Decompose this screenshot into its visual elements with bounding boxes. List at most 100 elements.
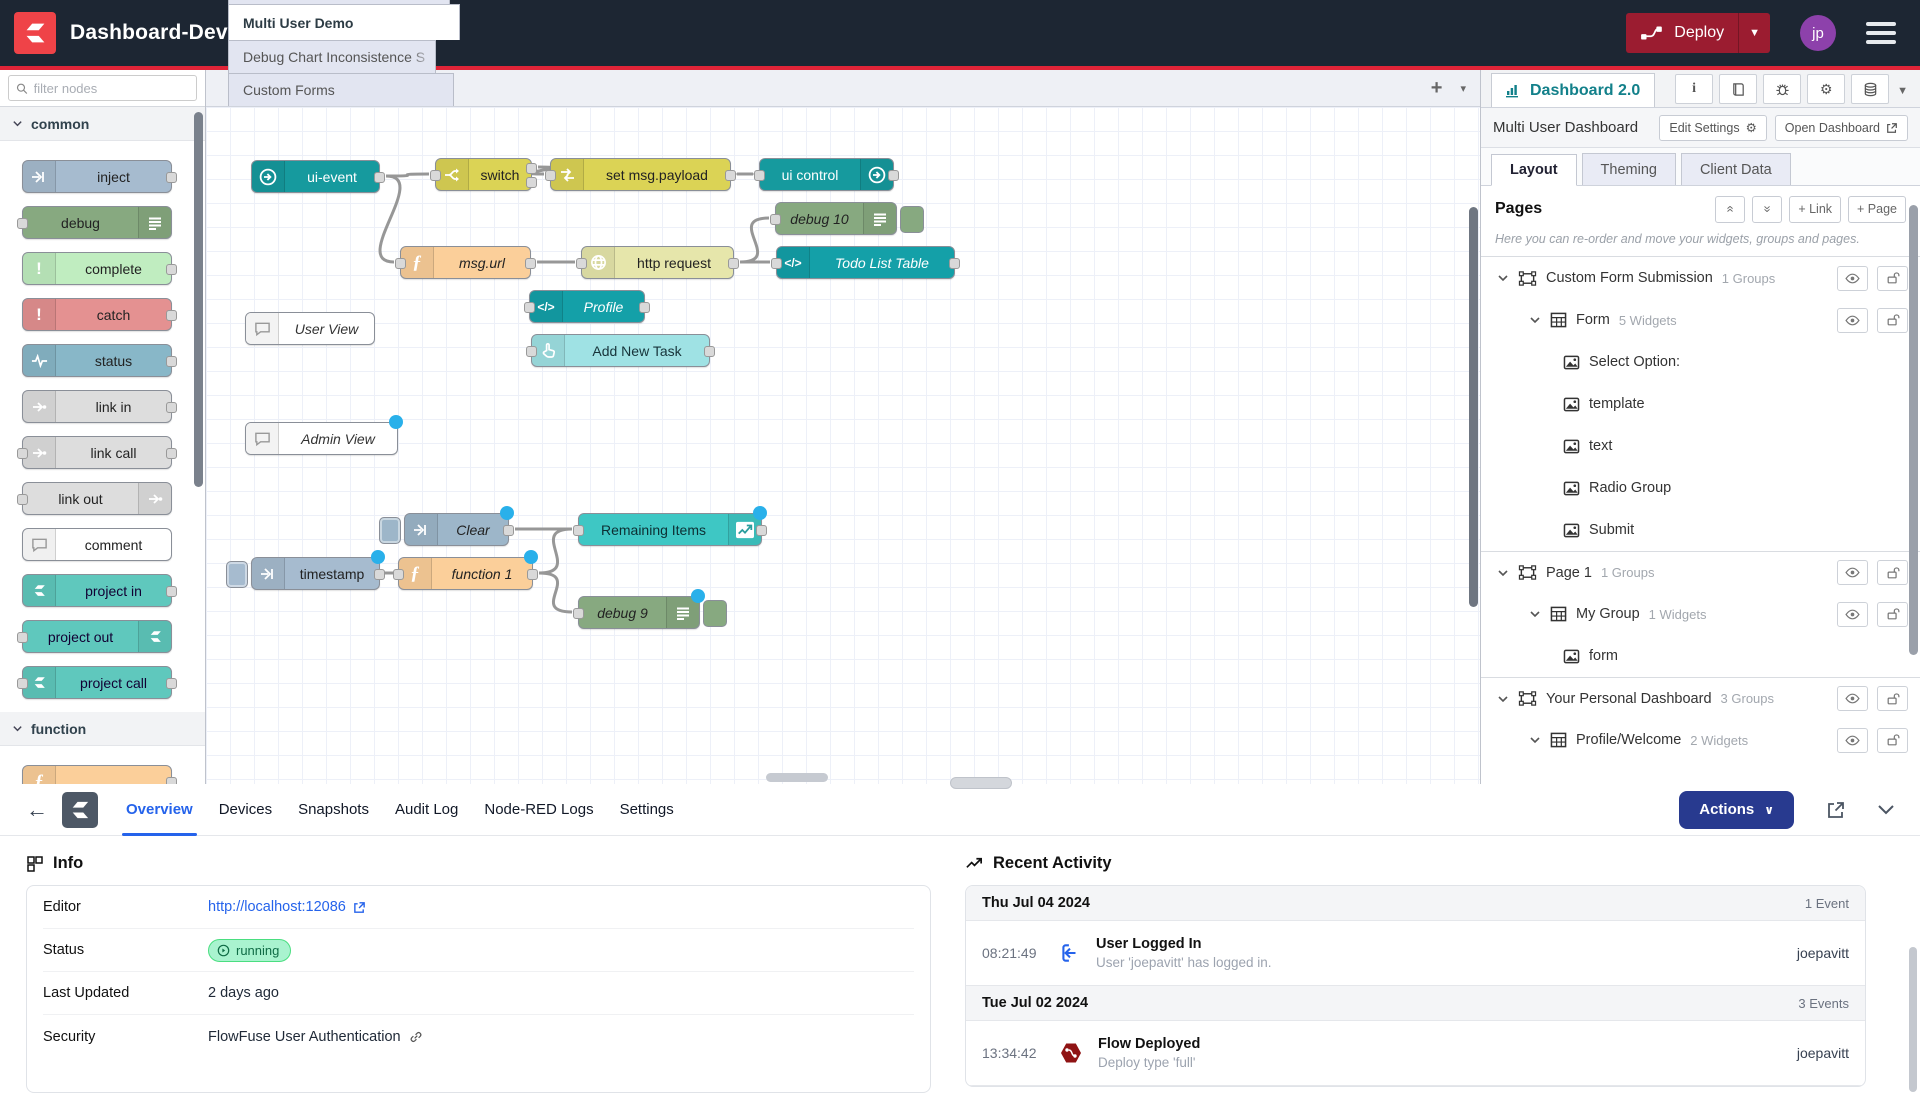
flow-list-caret[interactable]: ▾ — [1460, 82, 1466, 95]
sidebar-tabs-caret[interactable]: ▼ — [1897, 85, 1908, 97]
add-flow-button[interactable]: + — [1431, 77, 1443, 100]
collapse-all-button[interactable]: « — [1715, 196, 1745, 223]
input-port[interactable] — [754, 170, 765, 181]
chevron-down-icon[interactable] — [1529, 734, 1541, 746]
input-port[interactable] — [770, 214, 781, 225]
flow-node-add-new-task[interactable]: Add New Task — [531, 334, 710, 367]
nav-tab-devices[interactable]: Devices — [215, 784, 276, 836]
debug-toggle-button[interactable] — [703, 600, 727, 627]
sidebar-debug-tab[interactable] — [1763, 74, 1801, 104]
tree-group-form[interactable]: Form5 Widgets — [1481, 299, 1920, 341]
tree-widget-form[interactable]: form — [1481, 635, 1920, 677]
comment-node-user-view[interactable]: User View — [245, 312, 375, 345]
visibility-button[interactable] — [1837, 560, 1868, 585]
lock-button[interactable] — [1877, 728, 1908, 753]
tab-dashboard-2[interactable]: Dashboard 2.0 — [1491, 73, 1655, 107]
lock-button[interactable] — [1877, 686, 1908, 711]
chevron-down-icon[interactable] — [1529, 608, 1541, 620]
flow-node-function-1[interactable]: ƒfunction 1 — [398, 557, 533, 590]
input-port[interactable] — [573, 525, 584, 536]
tree-widget-template[interactable]: template — [1481, 383, 1920, 425]
output-port-1[interactable] — [526, 163, 537, 174]
flow-node-ui-event[interactable]: ui-event — [251, 160, 380, 193]
inject-button[interactable] — [226, 561, 248, 588]
add-page-button[interactable]: + Page — [1848, 196, 1906, 223]
sidebar-context-tab[interactable] — [1851, 74, 1889, 104]
output-port[interactable] — [949, 258, 960, 269]
flow-node-node[interactable]: ƒ — [22, 765, 172, 784]
actions-button[interactable]: Actions∨ — [1679, 791, 1794, 829]
deploy-options-caret[interactable]: ▼ — [1738, 13, 1770, 53]
lock-button[interactable] — [1877, 308, 1908, 333]
flow-tab-multi-user-demo[interactable]: Multi User Demo — [228, 4, 460, 40]
flow-node-profile[interactable]: </>Profile — [529, 290, 645, 323]
visibility-button[interactable] — [1837, 728, 1868, 753]
flow-node-debug-10[interactable]: debug 10 — [775, 202, 897, 235]
expand-all-button[interactable]: » — [1752, 196, 1782, 223]
output-port[interactable] — [756, 525, 767, 536]
flow-node-status[interactable]: status — [22, 344, 172, 377]
lock-button[interactable] — [1877, 560, 1908, 585]
chevron-down-icon[interactable] — [1497, 693, 1509, 705]
input-port[interactable] — [545, 170, 556, 181]
flow-node-complete[interactable]: !complete — [22, 252, 172, 285]
debug-toggle-button[interactable] — [900, 206, 924, 233]
flow-node-ui-control[interactable]: ui control — [759, 158, 894, 191]
edit-settings-button[interactable]: Edit Settings⚙ — [1659, 115, 1766, 141]
sidebar-scrollbar[interactable] — [1909, 205, 1918, 655]
flow-node-catch[interactable]: !catch — [22, 298, 172, 331]
add-link-button[interactable]: + Link — [1789, 196, 1841, 223]
tree-widget-radio-group[interactable]: Radio Group — [1481, 467, 1920, 509]
nav-tab-overview[interactable]: Overview — [122, 784, 197, 836]
collapse-panel-icon[interactable] — [1878, 805, 1894, 815]
flow-node-todo-list-table[interactable]: </>Todo List Table — [776, 246, 955, 279]
flow-node-remaining-items[interactable]: Remaining Items — [578, 513, 762, 546]
tree-page-page-1[interactable]: Page 11 Groups — [1481, 551, 1920, 593]
output-port[interactable] — [704, 346, 715, 357]
tab-theming[interactable]: Theming — [1582, 153, 1676, 185]
tree-group-my-group[interactable]: My Group1 Widgets — [1481, 593, 1920, 635]
tree-page-your-personal-dashboard[interactable]: Your Personal Dashboard3 Groups — [1481, 677, 1920, 719]
visibility-button[interactable] — [1837, 602, 1868, 627]
palette-category-function[interactable]: function — [0, 712, 205, 746]
input-port[interactable] — [395, 258, 406, 269]
chevron-down-icon[interactable] — [1529, 314, 1541, 326]
output-port-2[interactable] — [526, 177, 537, 188]
flow-node-inject[interactable]: inject — [22, 160, 172, 193]
visibility-button[interactable] — [1837, 686, 1868, 711]
nav-tab-audit-log[interactable]: Audit Log — [391, 784, 462, 836]
open-editor-icon[interactable] — [1826, 800, 1846, 820]
nav-tab-snapshots[interactable]: Snapshots — [294, 784, 373, 836]
visibility-button[interactable] — [1837, 308, 1868, 333]
back-button[interactable]: ← — [26, 797, 48, 823]
flow-node-set-msg-payload[interactable]: set msg.payload — [550, 158, 731, 191]
palette-filter-input[interactable] — [34, 81, 189, 96]
flow-node-clear[interactable]: Clear — [404, 513, 509, 546]
input-port[interactable] — [526, 346, 537, 357]
canvas-vscrollbar[interactable] — [1469, 207, 1478, 607]
open-dashboard-button[interactable]: Open Dashboard — [1775, 115, 1908, 141]
lock-button[interactable] — [1877, 266, 1908, 291]
output-port[interactable] — [888, 170, 899, 181]
input-port[interactable] — [430, 170, 441, 181]
flow-node-timestamp[interactable]: timestamp — [251, 557, 380, 590]
sidebar-config-tab[interactable]: ⚙ — [1807, 74, 1845, 104]
canvas-hscrollbar[interactable] — [766, 773, 828, 782]
tree-widget-select-option-[interactable]: Select Option: — [1481, 341, 1920, 383]
output-port[interactable] — [639, 302, 650, 313]
output-port[interactable] — [728, 258, 739, 269]
input-port[interactable] — [771, 258, 782, 269]
flow-node-msg-url[interactable]: ƒmsg.url — [400, 246, 531, 279]
chevron-down-icon[interactable] — [1497, 272, 1509, 284]
flow-node-project-in[interactable]: project in — [22, 574, 172, 607]
flow-node-link-out[interactable]: link out — [22, 482, 172, 515]
tab-layout[interactable]: Layout — [1491, 154, 1577, 186]
flow-node-debug[interactable]: debug — [22, 206, 172, 239]
flow-node-comment[interactable]: comment — [22, 528, 172, 561]
flow-node-debug-9[interactable]: debug 9 — [578, 596, 700, 629]
tab-client-data[interactable]: Client Data — [1681, 153, 1791, 185]
tree-widget-submit[interactable]: Submit — [1481, 509, 1920, 551]
palette-filter[interactable] — [8, 75, 197, 101]
flow-tab-custom-forms[interactable]: Custom Forms — [228, 73, 454, 106]
sidebar-info-tab[interactable]: i — [1675, 74, 1713, 104]
